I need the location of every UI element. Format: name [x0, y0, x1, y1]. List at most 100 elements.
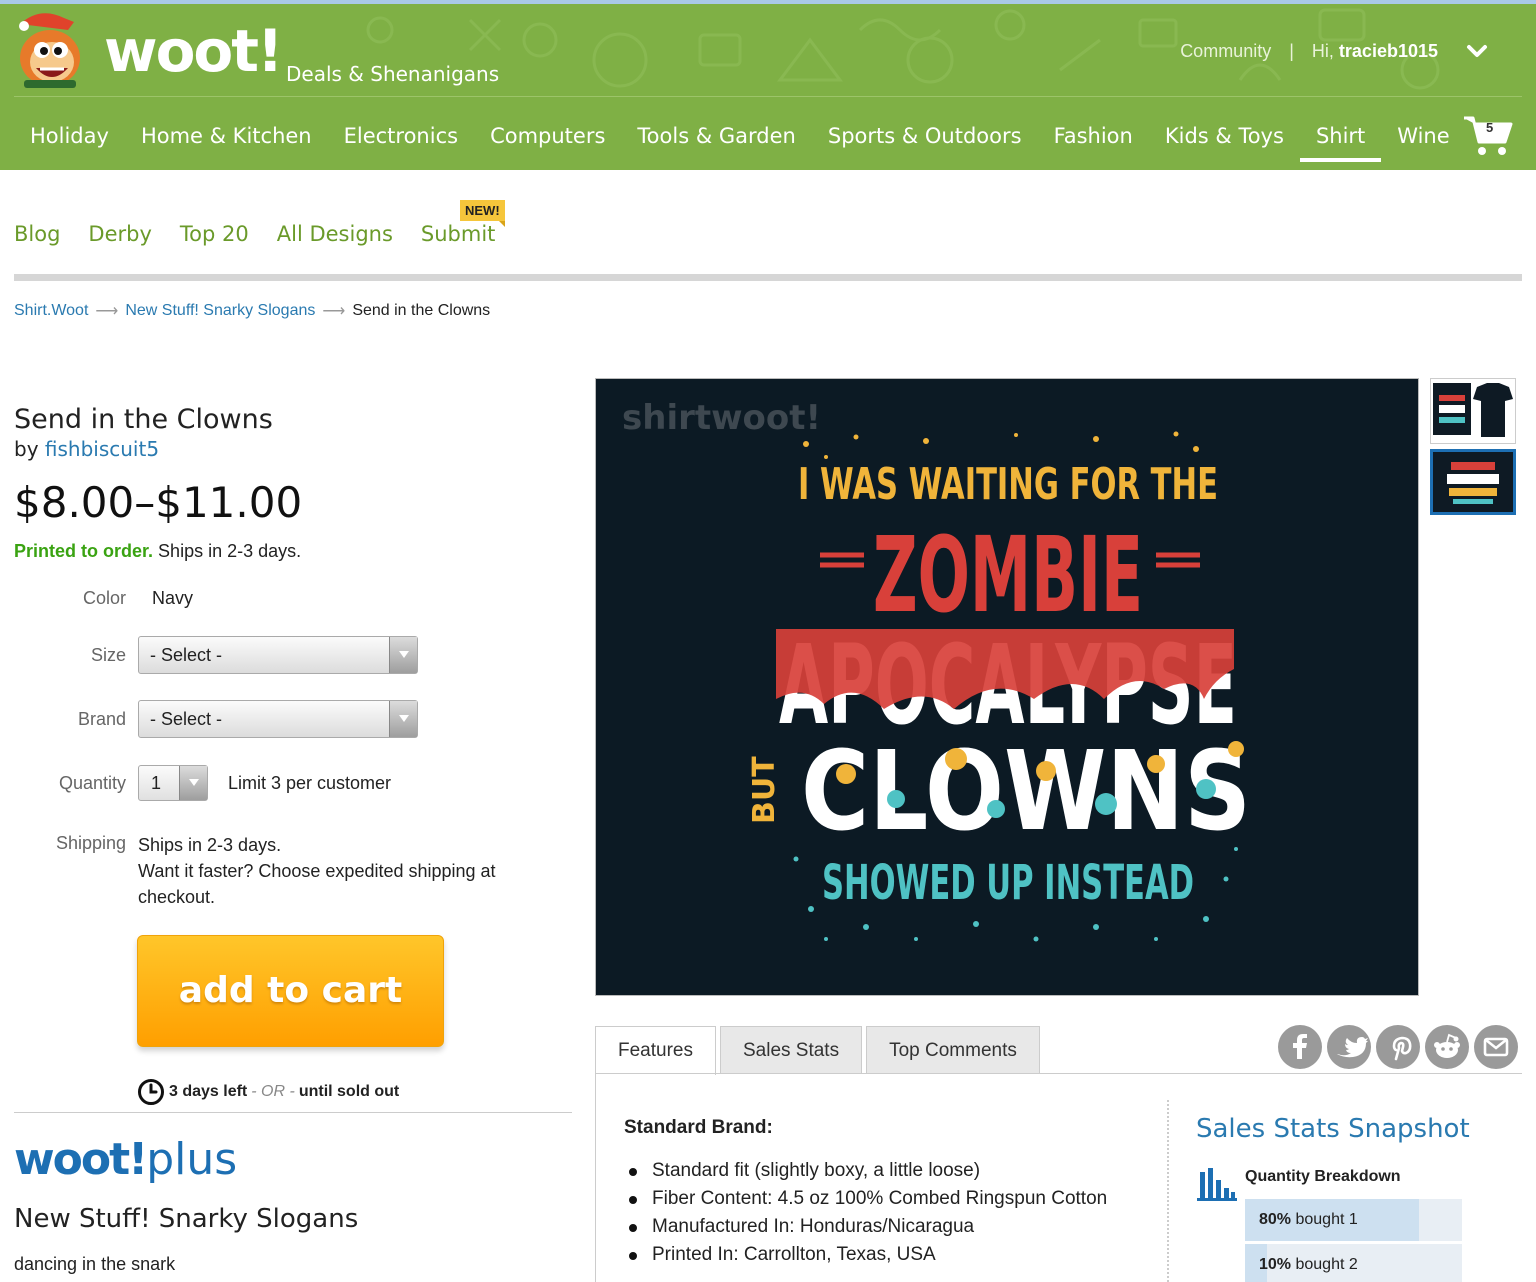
subnav-top-20[interactable]: Top 20 — [180, 222, 249, 246]
quantity-label: Quantity — [58, 773, 126, 793]
chevron-down-icon[interactable] — [1464, 38, 1490, 64]
nav-item-fashion[interactable]: Fashion — [1038, 110, 1149, 162]
pinterest-icon[interactable] — [1376, 1025, 1420, 1069]
clock-icon — [138, 1079, 164, 1105]
email-icon[interactable] — [1474, 1025, 1518, 1069]
site-header: woot! Deals & Shenanigans Community | Hi… — [0, 0, 1536, 170]
list-item: Fiber Content: 4.5 oz 100% Combed Ringsp… — [624, 1185, 1107, 1213]
nav-item-tools-garden[interactable]: Tools & Garden — [621, 110, 811, 162]
time-remaining: 3 days left - OR - until sold out — [137, 1078, 399, 1106]
features-list: Standard fit (slightly boxy, a little lo… — [624, 1157, 1107, 1269]
subnav-divider — [14, 274, 1522, 281]
snapshot-row: 80% bought 1 — [1245, 1199, 1462, 1241]
brand-select-value: - Select - — [150, 709, 223, 729]
community-link[interactable]: Community — [1180, 41, 1271, 62]
facebook-icon[interactable] — [1278, 1025, 1322, 1069]
artwork-word-but: BUT — [747, 756, 782, 824]
shipping-label: Shipping — [55, 833, 126, 853]
user-greeting[interactable]: Hi, tracieb1015 — [1312, 41, 1438, 62]
subnav-blog[interactable]: Blog — [14, 222, 60, 246]
subnav-submit[interactable]: Submit — [421, 222, 496, 246]
shirt-design-artwork: shirtwoot! I WAS WAITING FOR THE ZOMBIE … — [622, 398, 1251, 942]
nav-item-holiday[interactable]: Holiday — [14, 110, 125, 162]
quantity-limit: Limit 3 per customer — [228, 773, 392, 793]
or-text: - OR - — [251, 1083, 295, 1100]
breadcrumb-arrow-icon: ⟶ — [322, 303, 346, 320]
dropdown-arrow-icon — [389, 637, 417, 673]
tshirt-thumbnail-icon — [1431, 379, 1515, 443]
by-label: by — [14, 437, 39, 461]
dropdown-arrow-icon — [389, 701, 417, 737]
tab-top-comments[interactable]: Top Comments — [866, 1026, 1040, 1074]
tab-features[interactable]: Features — [595, 1026, 716, 1075]
design-thumbnail-icon — [1433, 452, 1513, 512]
artwork-line-waiting: I WAS WAITING FOR THE — [798, 459, 1218, 510]
snapshot-label: 10% bought 2 — [1259, 1256, 1358, 1274]
brand-select[interactable]: - Select - — [138, 700, 418, 738]
nav-item-sports-outdoors[interactable]: Sports & Outdoors — [812, 110, 1038, 162]
snapshot-text: bought 1 — [1295, 1211, 1358, 1228]
breadcrumb-shirt-woot[interactable]: Shirt.Woot — [14, 302, 88, 320]
author-link[interactable]: fishbiscuit5 — [45, 437, 159, 461]
artwork-line-zombie: ZOMBIE — [873, 514, 1143, 636]
until-sold-out: until sold out — [298, 1083, 400, 1100]
artwork-line-showed-up: SHOWED UP INSTEAD — [822, 855, 1194, 911]
snapshot-pct: 80% — [1259, 1211, 1292, 1228]
days-left: 3 days left — [169, 1083, 248, 1100]
printed-to-order: Printed to order. — [14, 541, 154, 561]
product-image[interactable]: shirtwoot! I WAS WAITING FOR THE ZOMBIE … — [595, 378, 1419, 996]
shirt-sub-nav: Blog Derby Top 20 All Designs Submit — [14, 222, 495, 246]
woot-plus-logo[interactable]: woot!plus — [14, 1138, 237, 1182]
product-title: Send in the Clowns — [14, 404, 273, 435]
nav-item-wine[interactable]: Wine — [1381, 110, 1465, 162]
product-thumbnail-design[interactable] — [1430, 449, 1516, 515]
breadcrumb-snarky-slogans[interactable]: New Stuff! Snarky Slogans — [125, 302, 315, 320]
woot-plus-subtitle: dancing in the snark — [14, 1254, 176, 1274]
snapshot-label: 80% bought 1 — [1259, 1211, 1358, 1229]
header-separator: | — [1289, 40, 1294, 61]
main-nav: Holiday Home & Kitchen Electronics Compu… — [14, 110, 1466, 166]
subnav-all-designs[interactable]: All Designs — [277, 222, 393, 246]
woot-plus-logo-woot: woot! — [14, 1134, 148, 1185]
breadcrumb-arrow-icon: ⟶ — [95, 303, 119, 320]
add-to-cart-button[interactable]: add to cart — [137, 935, 444, 1047]
header-divider — [14, 96, 1522, 97]
size-select-value: - Select - — [150, 645, 223, 665]
nav-item-home-kitchen[interactable]: Home & Kitchen — [125, 110, 328, 162]
reddit-icon[interactable] — [1425, 1025, 1469, 1069]
quantity-value: 1 — [151, 773, 162, 793]
twitter-icon[interactable] — [1327, 1025, 1371, 1069]
subnav-derby[interactable]: Derby — [88, 222, 151, 246]
print-status: Printed to order. Ships in 2-3 days. — [14, 541, 301, 562]
features-heading: Standard Brand: — [624, 1117, 773, 1138]
cart-button[interactable]: 5 — [1462, 112, 1514, 158]
shipping-line-1: Ships in 2-3 days. — [138, 835, 282, 855]
nav-item-electronics[interactable]: Electronics — [328, 110, 474, 162]
nav-item-computers[interactable]: Computers — [474, 110, 621, 162]
list-item: Printed In: Carrollton, Texas, USA — [624, 1241, 1107, 1269]
color-label: Color — [82, 588, 126, 608]
product-thumbnail-shirt[interactable] — [1430, 378, 1516, 444]
size-select[interactable]: - Select - — [138, 636, 418, 674]
quantity-select[interactable]: 1 — [138, 765, 208, 801]
artwork-line-clowns: CLOWNS — [801, 727, 1251, 855]
breadcrumb-current: Send in the Clowns — [352, 302, 491, 319]
shopping-cart-icon — [1464, 116, 1513, 155]
quantity-breakdown-label: Quantity Breakdown — [1245, 1168, 1401, 1185]
product-author-line: by fishbiscuit5 — [14, 437, 159, 461]
breadcrumb: Shirt.Woot ⟶ New Stuff! Snarky Slogans ⟶… — [14, 301, 490, 321]
greeting-text: Hi, — [1311, 40, 1334, 61]
snapshot-pct: 10% — [1259, 1256, 1292, 1273]
woot-plus-title[interactable]: New Stuff! Snarky Slogans — [14, 1204, 358, 1234]
color-value: Navy — [152, 588, 194, 608]
nav-item-shirt[interactable]: Shirt — [1299, 110, 1382, 162]
woot-monkey-mascot-icon — [19, 13, 80, 88]
username: tracieb1015 — [1338, 40, 1438, 61]
sales-snapshot-title: Sales Stats Snapshot — [1196, 1114, 1470, 1144]
nav-item-kids-toys[interactable]: Kids & Toys — [1149, 110, 1300, 162]
size-label: Size — [90, 645, 126, 665]
tab-sales-stats[interactable]: Sales Stats — [719, 1026, 863, 1074]
new-badge: NEW! — [460, 200, 505, 227]
woot-logo[interactable]: woot! Deals & Shenanigans — [14, 10, 514, 92]
confetti-dots-top — [803, 431, 1199, 459]
